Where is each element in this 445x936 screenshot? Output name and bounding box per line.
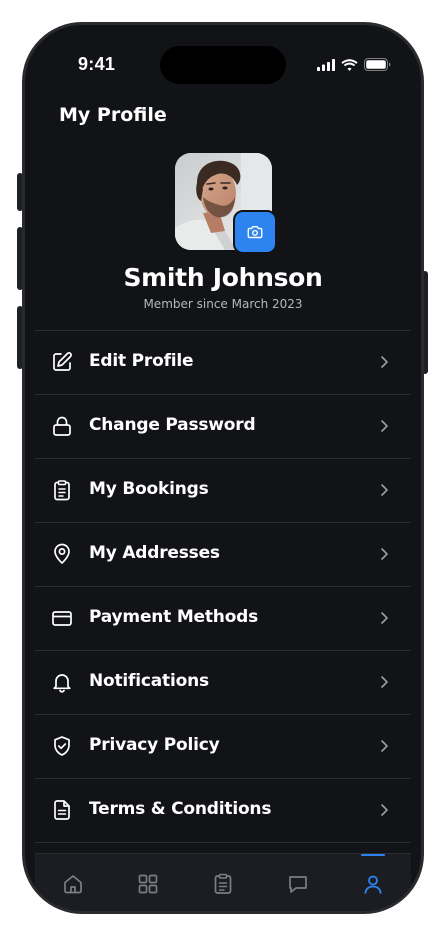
menu-item-label: Change Password <box>89 415 256 435</box>
lock-icon <box>53 416 71 436</box>
chevron-right-icon <box>381 548 388 560</box>
tab-messages[interactable] <box>286 872 310 896</box>
credit-card-icon <box>52 611 72 626</box>
tab-home[interactable] <box>61 872 85 896</box>
wifi-icon <box>341 58 358 71</box>
chevron-right-icon <box>381 484 388 496</box>
shield-check-icon <box>54 736 70 756</box>
menu-item-label: My Addresses <box>89 543 220 563</box>
bottom-tab-bar <box>35 853 411 911</box>
menu-item-terms-conditions[interactable]: Terms & Conditions <box>35 779 411 843</box>
battery-icon <box>364 58 391 71</box>
dynamic-island <box>160 46 286 84</box>
menu-item-label: My Bookings <box>89 479 209 499</box>
phone-screen: 9:41 My Profile Smith Johnson Member sin… <box>25 25 421 911</box>
clipboard-icon <box>54 480 70 501</box>
bell-icon <box>53 674 71 693</box>
menu-item-change-password[interactable]: Change Password <box>35 395 411 459</box>
member-since-text: Member since March 2023 <box>143 297 303 311</box>
status-time: 9:41 <box>78 54 116 74</box>
status-bar: 9:41 <box>25 25 421 105</box>
chevron-right-icon <box>381 804 388 816</box>
tab-categories[interactable] <box>136 872 160 896</box>
chevron-right-icon <box>381 356 388 368</box>
menu-item-my-bookings[interactable]: My Bookings <box>35 459 411 523</box>
document-icon <box>54 800 70 820</box>
profile-name: Smith Johnson <box>123 263 323 292</box>
active-tab-indicator <box>361 854 385 856</box>
menu-item-label: Terms & Conditions <box>89 799 272 819</box>
profile-menu: Edit Profile Change Password My Bookings… <box>35 330 411 843</box>
menu-item-label: Notifications <box>89 671 209 691</box>
chevron-right-icon <box>381 612 388 624</box>
tab-bookings[interactable] <box>211 872 235 896</box>
edit-icon <box>53 352 72 371</box>
menu-item-notifications[interactable]: Notifications <box>35 651 411 715</box>
menu-item-label: Payment Methods <box>89 607 259 627</box>
chevron-right-icon <box>381 740 388 752</box>
status-icons <box>317 58 391 71</box>
device-frame-area: 9:41 My Profile Smith Johnson Member sin… <box>0 0 445 936</box>
tab-profile[interactable] <box>361 872 385 896</box>
menu-item-payment-methods[interactable]: Payment Methods <box>35 587 411 651</box>
camera-icon <box>247 226 263 239</box>
menu-item-label: Privacy Policy <box>89 735 220 755</box>
menu-item-privacy-policy[interactable]: Privacy Policy <box>35 715 411 779</box>
menu-item-label: Edit Profile <box>89 351 194 371</box>
phone-frame: 9:41 My Profile Smith Johnson Member sin… <box>22 22 424 914</box>
page-title: My Profile <box>59 104 167 126</box>
location-pin-icon <box>54 543 70 564</box>
profile-avatar-section <box>175 153 277 254</box>
cellular-signal-icon <box>317 58 335 71</box>
change-photo-button[interactable] <box>233 210 277 254</box>
chevron-right-icon <box>381 420 388 432</box>
menu-item-my-addresses[interactable]: My Addresses <box>35 523 411 587</box>
chevron-right-icon <box>381 676 388 688</box>
menu-item-edit-profile[interactable]: Edit Profile <box>35 331 411 395</box>
